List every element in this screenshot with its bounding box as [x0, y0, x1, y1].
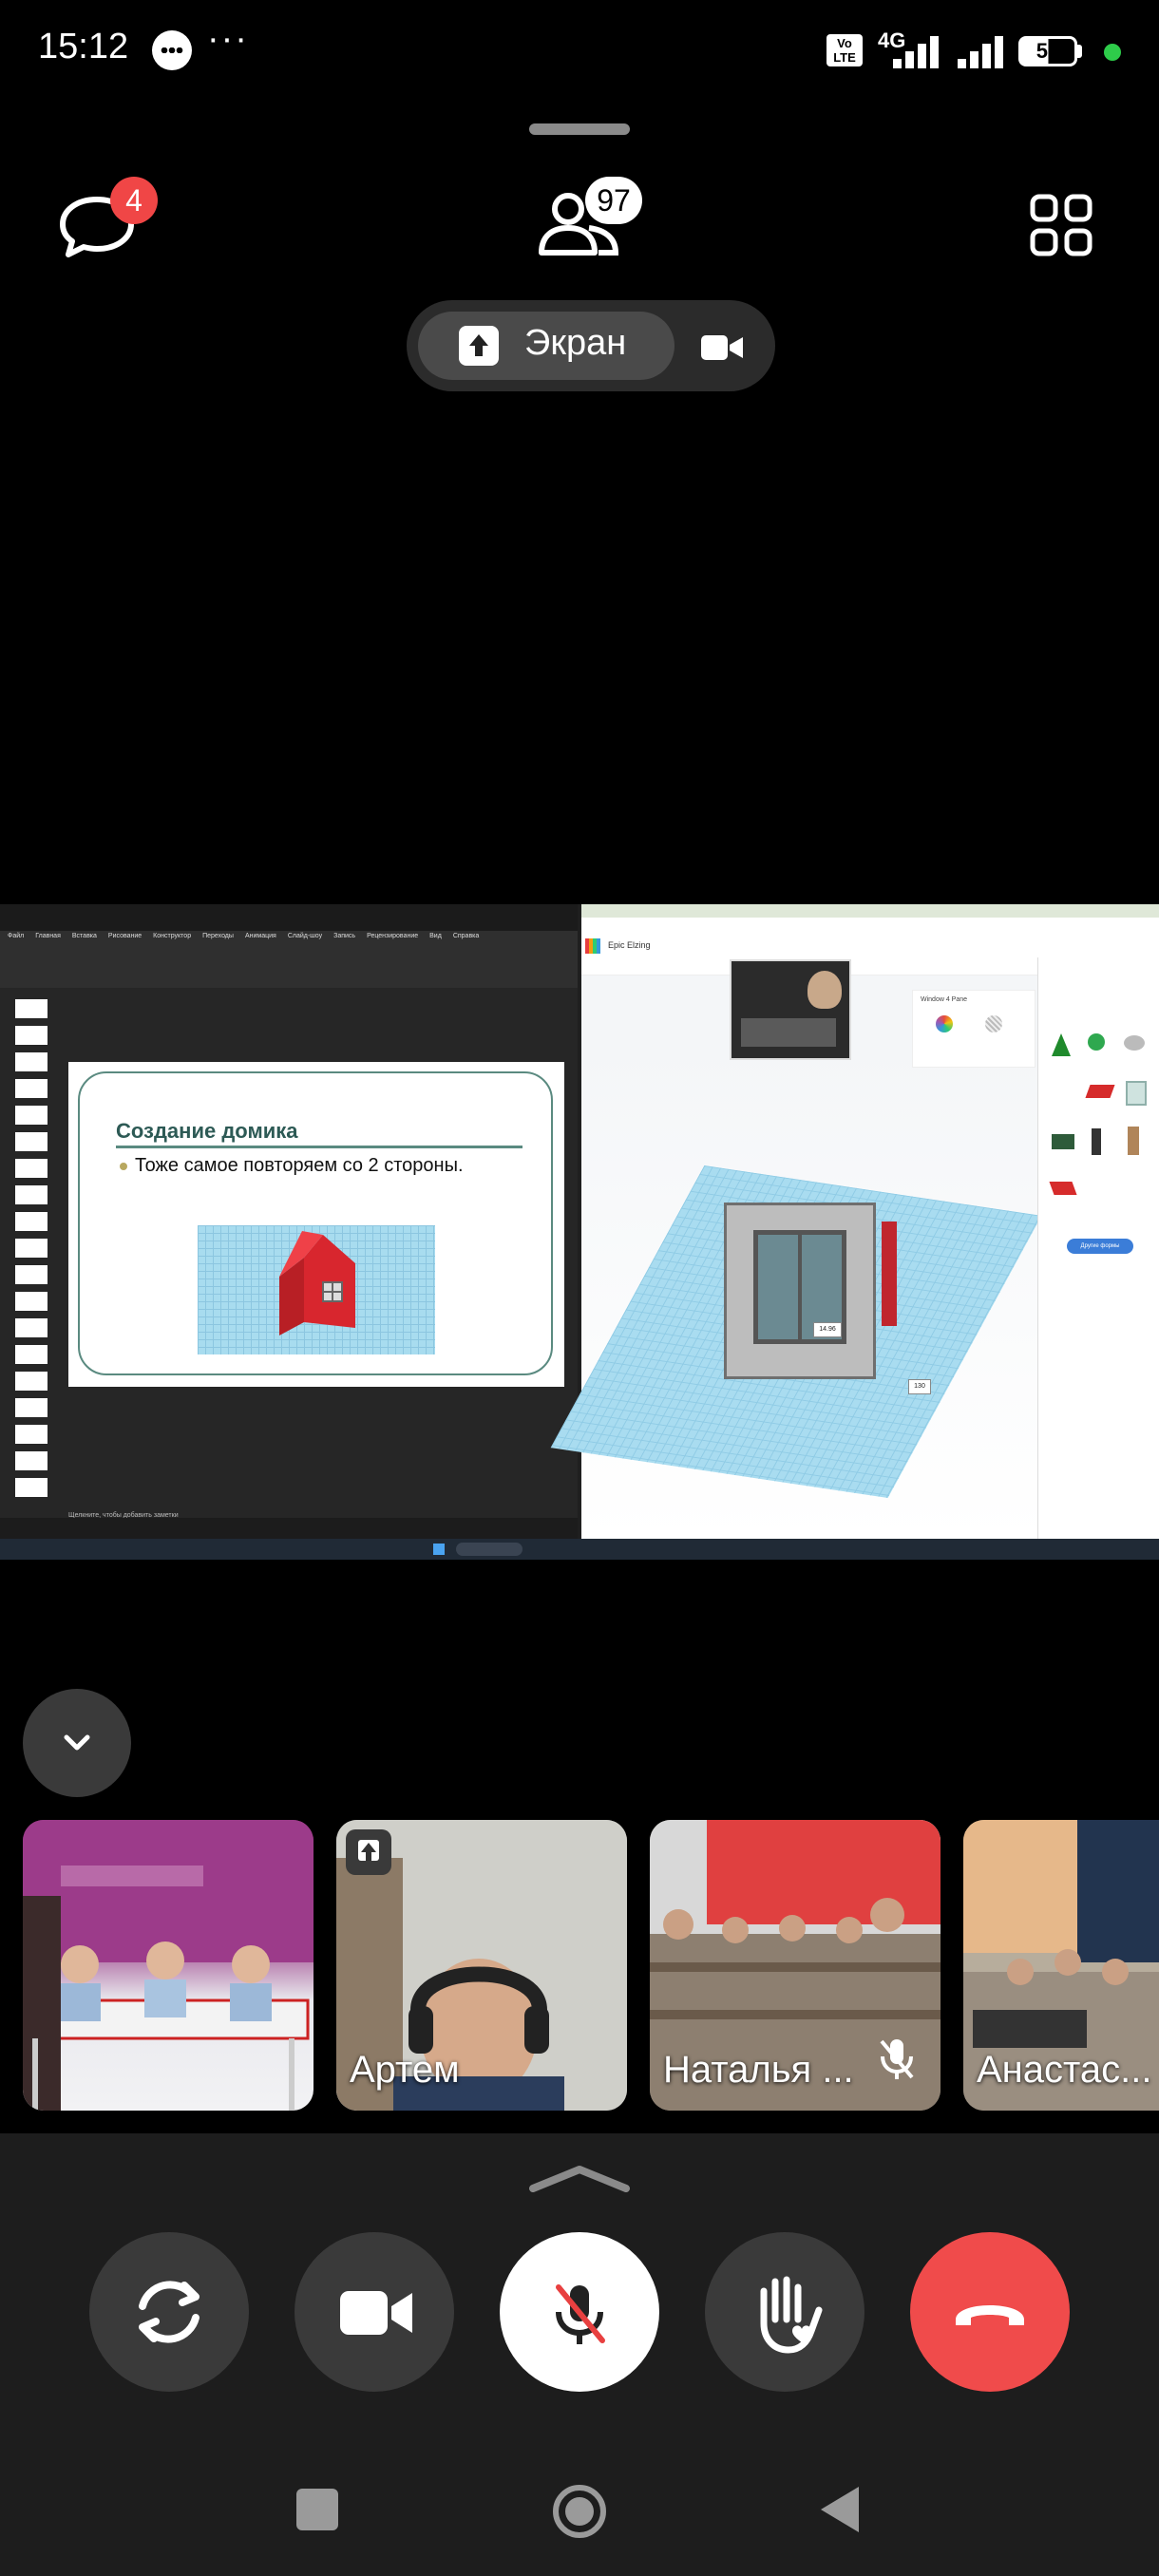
- signal-icon: [893, 34, 952, 68]
- participant-name: Анастас...: [977, 2049, 1152, 2091]
- mini-video-room: [741, 1018, 836, 1047]
- tree-shape-icon[interactable]: [1052, 1033, 1071, 1056]
- participants-strip[interactable]: Артем Наталья ... Анастас...: [0, 1820, 1159, 2111]
- battery-tip: [1077, 45, 1082, 58]
- house-model-image: [198, 1225, 435, 1354]
- privacy-indicator: [1104, 44, 1121, 61]
- windows-start-icon: [433, 1544, 445, 1555]
- ppt-titlebar: [0, 904, 578, 931]
- taskbar-search: [456, 1543, 522, 1556]
- mini-video-face: [808, 971, 842, 1009]
- block-shape-icon[interactable]: [1052, 1134, 1074, 1149]
- expand-controls-button[interactable]: [527, 2162, 632, 2199]
- raise-hand-icon: [760, 2276, 823, 2354]
- tinkercad-logo: [585, 938, 600, 954]
- current-slide: Создание домика Тоже самое повторяем со …: [68, 1062, 564, 1387]
- roof-shape-icon[interactable]: [1085, 1085, 1115, 1098]
- ppt-tabs: Файл Главная Вставка Рисование Конструктор Пе…: [8, 933, 480, 939]
- collapse-participants-button[interactable]: [23, 1689, 131, 1797]
- battery-level: 51: [1036, 39, 1060, 63]
- sphere-shape-icon[interactable]: [1088, 1033, 1105, 1051]
- slide-title: Создание домика: [116, 1119, 298, 1143]
- dimension-label-b: 130: [908, 1379, 931, 1394]
- sheet-grabber[interactable]: [529, 123, 630, 135]
- screen-sharing-indicator-icon: [346, 1829, 391, 1875]
- mic-muted-icon: [878, 2037, 916, 2086]
- grid-icon: [1030, 194, 1092, 256]
- hang-up-icon: [956, 2305, 1024, 2325]
- home-icon: [553, 2485, 606, 2538]
- chat-notification-icon: [152, 30, 192, 70]
- end-call-button[interactable]: [910, 2232, 1070, 2392]
- window-model: [724, 1203, 876, 1379]
- camera-share-button[interactable]: [701, 333, 743, 367]
- tinkercad-window: Epic Elzing 14.96 130 Window 4 Pane Друг…: [550, 904, 1159, 1539]
- dimension-label-a: 14.96: [813, 1322, 842, 1337]
- ppt-statusbar: [0, 1518, 578, 1539]
- chevron-down-icon: [64, 1734, 90, 1751]
- layout-grid-button[interactable]: [1030, 194, 1092, 261]
- participant-name: Наталья ...: [663, 2049, 854, 2091]
- shapes-sidebar: Другие формы: [1037, 957, 1159, 1539]
- participant-name: Артем: [350, 2049, 460, 2091]
- slide-bullet-text: Тоже самое повторяем со 2 стороны.: [135, 1155, 464, 1176]
- back-icon: [821, 2487, 859, 2532]
- browser-urlbar: [581, 918, 1159, 936]
- back-button[interactable]: [817, 2483, 863, 2541]
- shape-name: Window 4 Pane: [921, 996, 968, 1003]
- color-icon[interactable]: [936, 1015, 953, 1032]
- signal-icon: [958, 34, 1016, 68]
- house-wall-red: [882, 1222, 897, 1326]
- raise-hand-button[interactable]: [705, 2232, 864, 2392]
- design-name: Epic Elzing: [608, 940, 651, 950]
- more-shapes-button[interactable]: Другие формы: [1067, 1239, 1133, 1254]
- video-camera-icon: [340, 2291, 412, 2335]
- share-upload-icon: [459, 326, 499, 366]
- hole-icon[interactable]: [985, 1015, 1002, 1032]
- mini-video-preview: [730, 959, 851, 1060]
- powerpoint-window: Файл Главная Вставка Рисование Конструктор Пе…: [0, 904, 578, 1560]
- bullet-icon: [120, 1163, 127, 1170]
- participant-video: [23, 1820, 314, 2111]
- chat-unread-badge: 4: [110, 177, 158, 224]
- slide-thumbnails: [6, 992, 53, 1520]
- participant-tile[interactable]: Наталья ...: [650, 1820, 940, 2111]
- microphone-toggle-button[interactable]: [500, 2232, 659, 2392]
- home-button[interactable]: [551, 2483, 608, 2545]
- rock-shape-icon[interactable]: [1124, 1035, 1145, 1051]
- wedge-shape-icon[interactable]: [1049, 1182, 1077, 1195]
- screen-share-label: Экран: [524, 323, 627, 363]
- pillar-shape-icon[interactable]: [1092, 1128, 1101, 1155]
- video-toggle-button[interactable]: [294, 2232, 454, 2392]
- chevron-up-icon: [529, 2166, 630, 2192]
- shape-properties-panel: Window 4 Pane: [912, 990, 1036, 1068]
- switch-camera-button[interactable]: [89, 2232, 249, 2392]
- window-shape-icon[interactable]: [1126, 1081, 1147, 1106]
- mic-muted-icon: [556, 2284, 605, 2344]
- video-camera-icon: [701, 335, 743, 360]
- windows-taskbar: [0, 1539, 1159, 1560]
- participant-tile[interactable]: Артем: [336, 1820, 627, 2111]
- door-shape-icon[interactable]: [1128, 1127, 1139, 1155]
- rotate-camera-icon: [139, 2281, 200, 2343]
- shared-screen-view[interactable]: Файл Главная Вставка Рисование Конструктор Пе…: [0, 904, 1159, 1560]
- tinkercad-header: Epic Elzing: [581, 935, 1159, 958]
- house-icon: [279, 1231, 355, 1335]
- participant-tile[interactable]: Анастас...: [963, 1820, 1159, 2111]
- slide-divider: [116, 1146, 522, 1148]
- workplane-area: 14.96 130: [550, 1037, 1042, 1539]
- participant-tile[interactable]: [23, 1820, 314, 2111]
- ppt-ribbon: [0, 931, 578, 988]
- browser-tabbar: [581, 904, 1159, 918]
- volte-icon: Vo LTE: [826, 34, 863, 66]
- recent-apps-button[interactable]: [296, 2489, 338, 2530]
- more-notifications-icon: ···: [207, 19, 249, 59]
- status-time: 15:12: [38, 27, 129, 66]
- participants-count-badge: 97: [585, 177, 642, 224]
